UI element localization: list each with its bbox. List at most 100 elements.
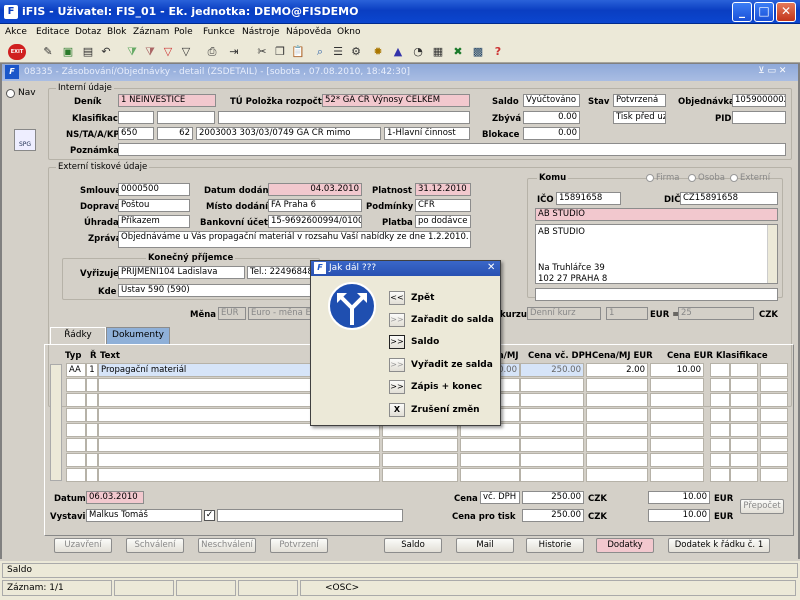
uzavreni-button[interactable]: Uzavření [54,538,112,553]
table-cell[interactable] [460,453,520,467]
tisk-field[interactable]: 250.00 [522,509,584,522]
klasifikace-field-3[interactable] [218,111,470,124]
table-cell[interactable] [730,468,758,482]
close-button[interactable]: ✕ [776,2,796,22]
table-cell[interactable] [760,423,788,437]
zbyva-field[interactable]: 0.00 [523,111,580,124]
schvaleni-button[interactable]: Schválení [126,538,184,553]
printer-icon[interactable]: ⎙ [204,44,220,60]
cena-eur-field[interactable]: 10.00 [648,491,710,504]
saldo-button[interactable]: Saldo [384,538,442,553]
row1-cena-dph[interactable]: 250.00 [520,363,584,377]
table-cell[interactable] [586,393,648,407]
table-cell[interactable] [86,378,98,392]
table-cell[interactable] [382,453,458,467]
chart-icon[interactable]: ▲ [390,44,406,60]
potvrzeni-button[interactable]: Potvrzení [270,538,328,553]
table-cell[interactable] [650,408,704,422]
table-cell[interactable] [730,408,758,422]
mail-button[interactable]: Mail [456,538,514,553]
komu-address-box[interactable]: AB STUDIO Na Truhlářce 39 102 27 PRAHA 8 [535,224,778,284]
table-cell[interactable] [66,408,86,422]
dic-field[interactable]: CZ15891658 [680,192,778,205]
datum-field[interactable]: 06.03.2010 [86,491,144,504]
funnel-icon[interactable]: ▽ [160,44,176,60]
table-cell[interactable] [382,468,458,482]
menu-dotaz[interactable]: Dotaz [75,27,101,37]
table-cell[interactable] [710,423,730,437]
zruseni-dialog-button[interactable]: X [389,403,405,417]
print-preview-icon[interactable]: ▣ [60,44,76,60]
menu-editace[interactable]: Editace [36,27,69,37]
ucet-field[interactable]: 15-9692600994/0100 [268,215,362,228]
row1-klas-2[interactable] [730,363,758,377]
export-icon[interactable]: ⇥ [226,44,242,60]
ta-field[interactable]: 62 [157,127,193,140]
cena-type-field[interactable]: vč. DPH [480,491,520,504]
menu-zaznam[interactable]: Záznam [133,27,169,37]
vyradit-dialog-button[interactable]: >> [389,358,405,372]
saldo-dialog-button[interactable]: >> [389,335,405,349]
table-cell[interactable] [586,423,648,437]
blokace-field[interactable]: 0.00 [523,127,580,140]
table-cell[interactable] [66,378,86,392]
klasifikace-field-1[interactable] [118,111,154,124]
misto-field[interactable]: FA Praha 6 [268,199,362,212]
kurz-num-field[interactable]: 1 [606,307,648,320]
table-cell[interactable] [650,393,704,407]
table-cell[interactable] [710,393,730,407]
row1-cena-mj-eur[interactable]: 2.00 [586,363,648,377]
table-cell[interactable] [520,468,584,482]
table-cell[interactable] [66,423,86,437]
table-cell[interactable] [760,378,788,392]
row1-cena-eur[interactable]: 10.00 [650,363,704,377]
vystavil-field[interactable]: Malkus Tomáš [86,509,202,522]
table-cell[interactable] [520,423,584,437]
vystavil-checkbox[interactable]: ✓ [204,510,215,521]
table-cell[interactable] [66,438,86,452]
inner-window-controls[interactable]: ⊻ ▭ ✕ [758,66,786,76]
table-cell[interactable] [520,378,584,392]
komu-name-field[interactable]: AB STUDIO [535,208,778,221]
list-icon[interactable]: ☰ [330,44,346,60]
table-cell[interactable] [460,468,520,482]
klasifikace-field-2[interactable] [157,111,215,124]
clock-icon[interactable]: ◔ [410,44,426,60]
table-cell[interactable] [86,438,98,452]
document-icon[interactable]: ▩ [470,44,486,60]
table-cell[interactable] [520,393,584,407]
historie-button[interactable]: Historie [526,538,584,553]
table-cell[interactable] [98,438,380,452]
tool-icon[interactable]: ⚙ [348,44,364,60]
kp-field[interactable]: 1-Hlavní činnost [384,127,470,140]
paste-icon[interactable]: 📋 [290,44,306,60]
tisk-field[interactable]: Tisk před uza [613,111,666,124]
menu-funkce[interactable]: Funkce [203,27,235,37]
a-field[interactable]: 2003003 303/03/0749 GA ČR mimo [196,127,381,140]
table-cell[interactable] [650,438,704,452]
excel-icon[interactable]: ✖ [450,44,466,60]
row1-typ[interactable]: AA [66,363,86,377]
row1-r[interactable]: 1 [86,363,98,377]
table-cell[interactable] [460,438,520,452]
mena-desc-field[interactable]: Euro - měna EM [248,307,313,320]
radio-externi[interactable] [730,174,738,182]
denik-field[interactable]: 1 NEINVESTICE [118,94,216,107]
stav-field[interactable]: Potvrzená [613,94,666,107]
menu-blok[interactable]: Blok [107,27,126,37]
table-cell[interactable] [66,453,86,467]
podminky-field[interactable]: CFR [415,199,471,212]
dodatek-k-radku-button[interactable]: Dodatek k řádku č. 1 [668,538,770,553]
filter-outline-icon[interactable]: ▽ [178,44,194,60]
platba-field[interactable]: po dodávce [415,215,471,228]
komu-extra-field[interactable] [535,288,778,301]
table-scrollbar[interactable] [50,364,62,481]
table-cell[interactable] [98,468,380,482]
table-cell[interactable] [650,468,704,482]
table-cell[interactable] [66,393,86,407]
saldo-field[interactable]: Vyúčtováno [523,94,580,107]
zapis-konec-dialog-button[interactable]: >> [389,380,405,394]
kurz-field[interactable]: Denní kurz [527,307,601,320]
dodatky-button[interactable]: Dodatky [596,538,654,553]
sun-icon[interactable]: ✹ [370,44,386,60]
